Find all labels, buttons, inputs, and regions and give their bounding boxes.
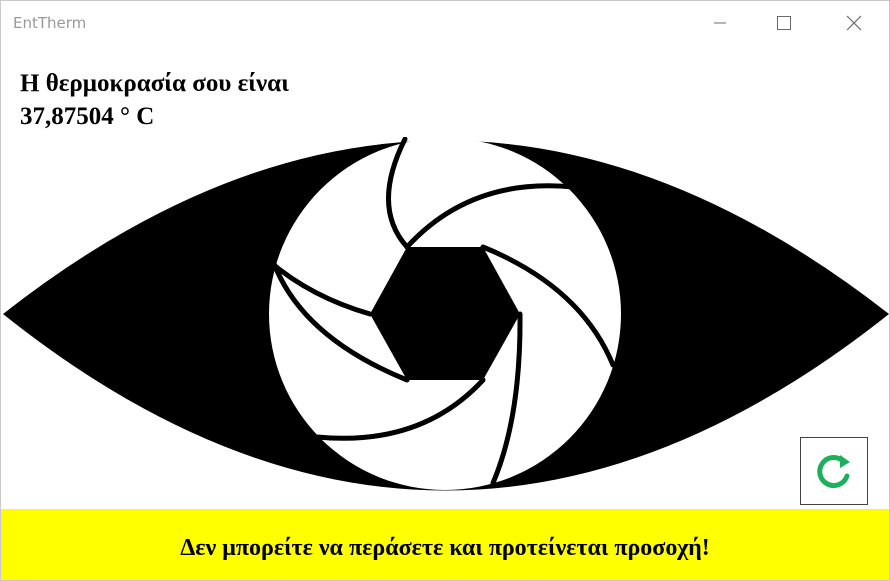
minimize-icon: [714, 22, 726, 24]
window-title: EntTherm: [13, 14, 87, 32]
close-button[interactable]: [831, 1, 877, 45]
warning-text: Δεν μπορείτε να περάσετε και προτείνεται…: [180, 535, 710, 561]
refresh-button[interactable]: [800, 437, 868, 505]
temperature-readout: Η θερμοκρασία σου είναι 37,87504 ° C: [20, 67, 289, 133]
maximize-button[interactable]: [761, 1, 807, 45]
temperature-value: 37,87504 ° C: [20, 103, 155, 130]
warning-banner: Δεν μπορείτε να περάσετε και προτείνεται…: [1, 509, 889, 580]
refresh-icon: [817, 455, 850, 488]
title-bar[interactable]: EntTherm: [1, 1, 889, 45]
close-icon: [846, 15, 862, 31]
temperature-label: Η θερμοκρασία σου είναι: [20, 70, 289, 97]
maximize-icon: [777, 16, 791, 30]
app-window: EntTherm Η θερμοκρασία σου είναι 37,8750…: [0, 0, 890, 581]
eye-aperture-icon: [3, 137, 889, 491]
minimize-button[interactable]: [697, 1, 743, 45]
